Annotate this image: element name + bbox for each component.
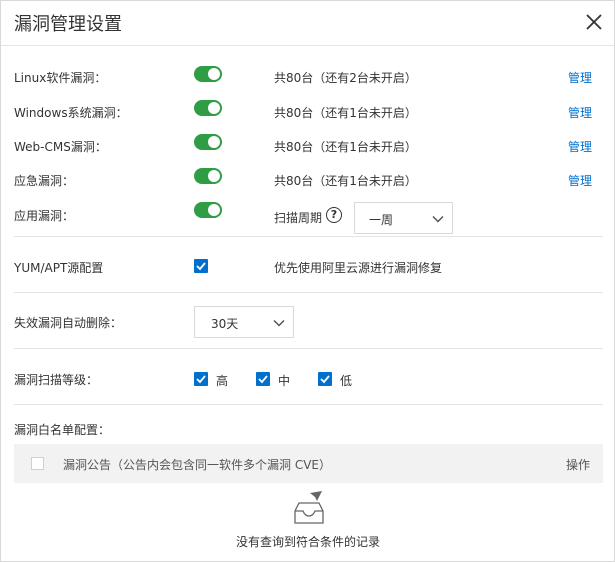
emergency-vuln-manage-link[interactable]: 管理 (568, 172, 592, 189)
check-icon (196, 262, 206, 271)
empty-state-text: 没有查询到符合条件的记录 (236, 535, 381, 549)
check-icon (320, 375, 330, 384)
help-circle-icon[interactable]: ? (326, 207, 342, 223)
yum-apt-label: YUM/APT源配置 (14, 261, 104, 275)
section-divider (14, 348, 603, 349)
webcms-vuln-summary: 共80台（还有1台未开启） (274, 140, 417, 154)
windows-vuln-summary: 共80台（还有1台未开启） (274, 106, 417, 120)
emergency-vuln-summary: 共80台（还有1台未开启） (274, 174, 417, 188)
webcms-vuln-label: Web-CMS漏洞： (14, 140, 107, 154)
webcms-vuln-manage-link[interactable]: 管理 (568, 138, 592, 155)
app-vuln-toggle[interactable] (194, 202, 222, 218)
scan-level-low-label: 低 (340, 374, 353, 388)
emergency-vuln-label: 应急漏洞： (14, 174, 75, 188)
scan-level-high-checkbox[interactable] (194, 372, 208, 386)
scan-cycle-value: 一周 (369, 213, 394, 227)
dialog-header: 漏洞管理设置 (1, 1, 614, 46)
check-icon (196, 375, 206, 384)
emergency-vuln-toggle[interactable] (194, 168, 222, 184)
col-vuln-notice: 漏洞公告（公告内会包含同一软件多个漏洞 CVE） (63, 458, 331, 472)
close-icon[interactable] (584, 12, 604, 32)
whitelist-label: 漏洞白名单配置： (14, 423, 111, 437)
webcms-vuln-toggle[interactable] (194, 134, 222, 150)
auto-delete-value: 30天 (211, 317, 239, 331)
linux-vuln-toggle[interactable] (194, 66, 222, 82)
scan-level-low-checkbox[interactable] (318, 372, 332, 386)
scan-cycle-select[interactable]: 一周 (354, 202, 453, 234)
scan-level-high-label: 高 (216, 374, 229, 388)
windows-vuln-toggle[interactable] (194, 100, 222, 116)
chevron-down-icon (432, 215, 444, 223)
section-divider (14, 292, 603, 293)
app-vuln-label: 应用漏洞： (14, 209, 75, 223)
select-all-checkbox[interactable] (31, 457, 44, 470)
windows-vuln-manage-link[interactable]: 管理 (568, 104, 592, 121)
windows-vuln-label: Windows系统漏洞： (14, 106, 128, 120)
linux-vuln-label: Linux软件漏洞： (14, 71, 107, 85)
section-divider (14, 404, 603, 405)
check-icon (258, 375, 268, 384)
yum-apt-text: 优先使用阿里云源进行漏洞修复 (274, 261, 443, 275)
yum-apt-checkbox[interactable] (194, 259, 208, 273)
section-divider (14, 236, 603, 237)
linux-vuln-summary: 共80台（还有2台未开启） (274, 71, 417, 85)
chevron-down-icon (273, 319, 285, 327)
col-action: 操作 (566, 458, 591, 472)
scan-cycle-label: 扫描周期 (274, 211, 323, 225)
scan-level-medium-checkbox[interactable] (256, 372, 270, 386)
dialog-title: 漏洞管理设置 (14, 14, 122, 35)
auto-delete-label: 失效漏洞自动删除： (14, 316, 123, 330)
linux-vuln-manage-link[interactable]: 管理 (568, 69, 592, 86)
auto-delete-select[interactable]: 30天 (194, 306, 294, 338)
scan-level-medium-label: 中 (278, 374, 291, 388)
scan-level-label: 漏洞扫描等级： (14, 373, 99, 387)
settings-dialog: 漏洞管理设置 Linux软件漏洞： 共80台（还有2台未开启） 管理 Windo… (0, 0, 615, 562)
whitelist-table-header: 漏洞公告（公告内会包含同一软件多个漏洞 CVE） 操作 (14, 444, 603, 483)
empty-inbox-icon (294, 491, 324, 524)
